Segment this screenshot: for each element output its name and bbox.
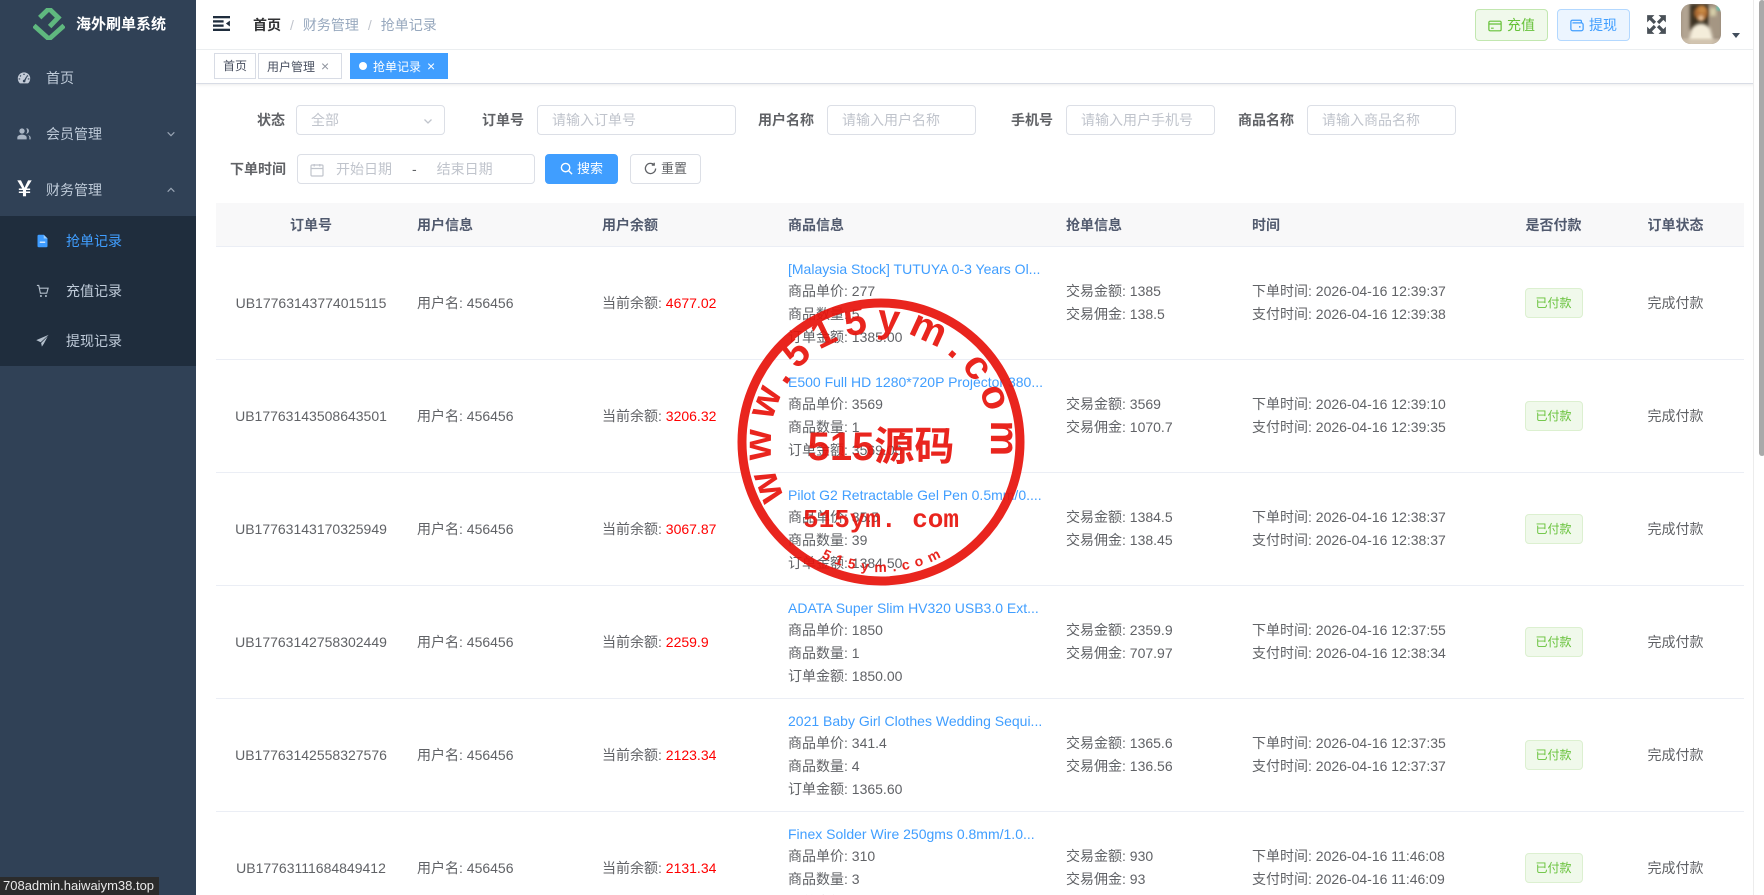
svg-text:515源码: 515源码 (808, 414, 955, 472)
svg-text:www.515ym.com: www.515ym.com (736, 296, 1026, 510)
svg-text:515ym. com: 515ym. com (803, 505, 959, 535)
